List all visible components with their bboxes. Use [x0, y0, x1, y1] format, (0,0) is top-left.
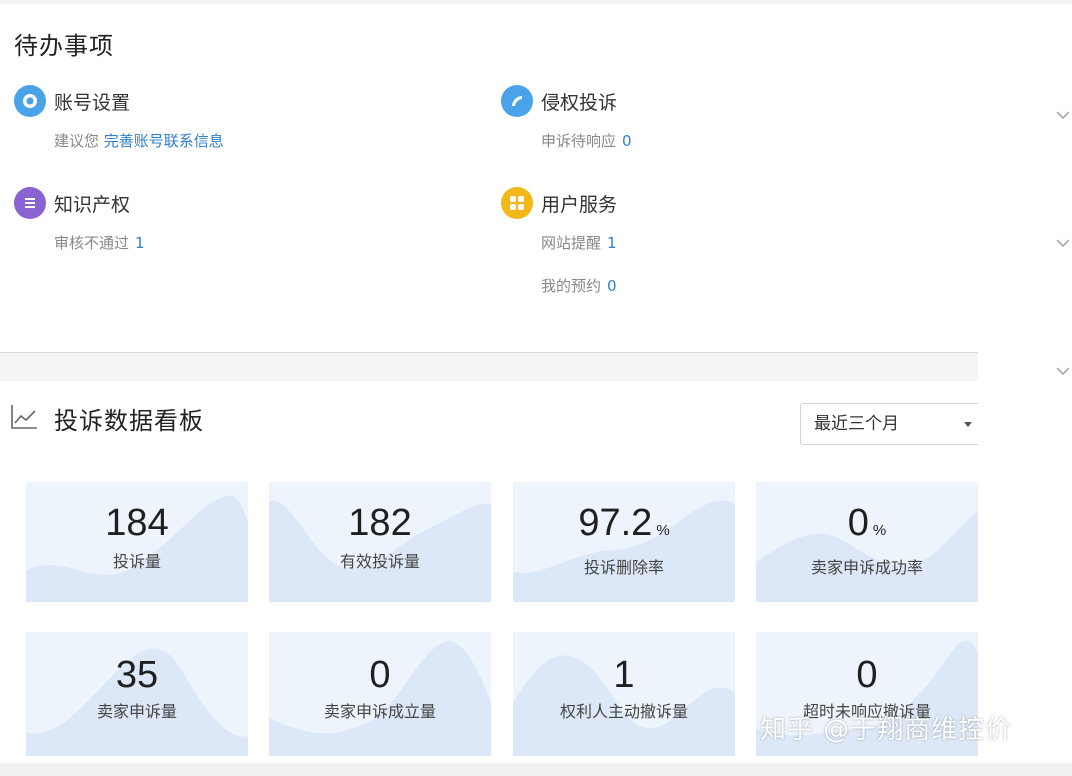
- list-icon: [14, 187, 46, 219]
- stat-label: 权利人主动撤诉量: [559, 702, 688, 721]
- grid-icon: [501, 187, 533, 219]
- stat-card-active-withdrawals[interactable]: 1 权利人主动撤诉量: [513, 632, 735, 756]
- stat-card-appeals-established[interactable]: 0 卖家申诉成立量: [269, 632, 491, 756]
- stat-value: 35: [26, 654, 248, 697]
- stat-card-appeal-success-rate[interactable]: 0% 卖家申诉成功率: [756, 482, 978, 602]
- stat-label: 卖家申诉成立量: [323, 702, 436, 721]
- complete-contact-info-link[interactable]: 完善账号联系信息: [104, 132, 224, 150]
- stat-value: 0%: [756, 502, 978, 545]
- stat-value: 1: [513, 654, 735, 697]
- section-gap: [0, 353, 978, 381]
- stat-value: 0: [756, 654, 978, 697]
- todo-item-line[interactable]: 我的预约 0: [541, 275, 617, 296]
- todo-item-infringement-complaint[interactable]: 侵权投诉 申诉待响应 0: [501, 84, 632, 150]
- stat-card-deletion-rate[interactable]: 97.2% 投诉删除率: [513, 482, 735, 602]
- hint-prefix: 建议您: [54, 132, 100, 150]
- stat-number: 0: [369, 654, 391, 696]
- todo-item-title: 账号设置: [54, 91, 131, 114]
- dashboard-title: 投诉数据看板: [54, 407, 204, 435]
- line-label: 审核不通过: [54, 234, 130, 252]
- todo-section-title: 待办事项: [14, 32, 114, 60]
- stat-number: 1: [613, 654, 635, 696]
- chevron-down-icon[interactable]: [1056, 236, 1070, 250]
- todo-item-account-settings[interactable]: 账号设置 建议您 完善账号联系信息: [14, 84, 224, 150]
- stat-value: 0: [269, 654, 491, 697]
- line-count[interactable]: 0: [607, 277, 617, 295]
- stat-unit: %: [872, 522, 887, 539]
- todo-item-title: 知识产权: [54, 193, 131, 216]
- watermark: 知乎 @于翔商维控价: [760, 715, 1013, 745]
- line-label: 我的预约: [541, 277, 602, 295]
- todo-item-title: 侵权投诉: [541, 91, 618, 114]
- chevron-down-icon[interactable]: [1056, 364, 1070, 378]
- stat-label: 有效投诉量: [339, 552, 420, 571]
- stat-number: 0: [847, 502, 869, 544]
- stat-label: 卖家申诉量: [96, 702, 177, 721]
- todo-item-user-service[interactable]: 用户服务 网站提醒 1 我的预约 0: [501, 186, 618, 295]
- todo-item-intellectual-property[interactable]: 知识产权 审核不通过 1: [14, 186, 145, 252]
- chevron-down-icon[interactable]: [1056, 108, 1070, 122]
- line-count[interactable]: 0: [622, 132, 632, 150]
- stat-card-seller-appeals[interactable]: 35 卖家申诉量: [26, 632, 248, 756]
- stat-label: 投诉删除率: [583, 558, 664, 577]
- todo-panel: 待办事项 账号设置 建议您 完善账号联系信息 侵权投诉 申诉待响应 0 知识产权…: [0, 0, 1072, 352]
- stat-label: 投诉量: [112, 552, 161, 571]
- line-count[interactable]: 1: [135, 234, 145, 252]
- stat-number: 184: [105, 502, 169, 544]
- stat-value: 182: [269, 502, 491, 545]
- stat-card-complaints[interactable]: 184 投诉量: [26, 482, 248, 602]
- stat-value: 184: [26, 502, 248, 545]
- todo-item-title: 用户服务: [541, 193, 618, 216]
- line-label: 申诉待响应: [541, 132, 617, 150]
- phone-icon: [501, 85, 533, 117]
- stat-unit: %: [656, 522, 670, 539]
- stat-label: 卖家申诉成功率: [810, 558, 923, 577]
- caret-down-icon: [964, 422, 972, 427]
- stat-number: 182: [348, 502, 412, 544]
- stat-value: 97.2%: [513, 502, 735, 545]
- line-label: 网站提醒: [541, 234, 602, 252]
- todo-item-line[interactable]: 申诉待响应 0: [541, 130, 632, 151]
- bottom-band: [0, 763, 1072, 776]
- line-count[interactable]: 1: [607, 234, 617, 252]
- stat-number: 0: [856, 654, 878, 696]
- todo-item-hint: 建议您 完善账号联系信息: [54, 130, 224, 151]
- stat-number: 97.2: [578, 502, 653, 544]
- period-select-value: 最近三个月: [814, 414, 899, 434]
- todo-item-line[interactable]: 审核不通过 1: [54, 232, 145, 253]
- stat-card-valid-complaints[interactable]: 182 有效投诉量: [269, 482, 491, 602]
- top-border: [0, 0, 1072, 4]
- todo-item-line[interactable]: 网站提醒 1: [541, 232, 617, 253]
- gear-icon: [14, 85, 46, 117]
- period-select[interactable]: 最近三个月: [800, 403, 978, 445]
- line-chart-icon: [11, 405, 37, 429]
- stat-number: 35: [115, 654, 159, 696]
